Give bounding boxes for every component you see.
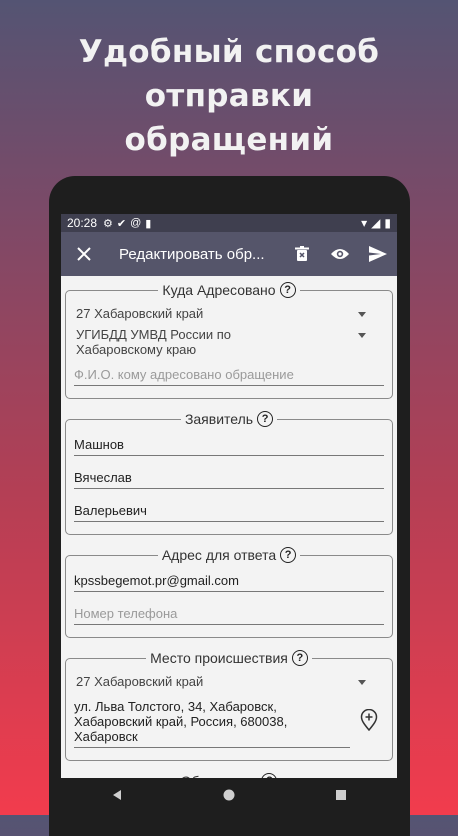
phone-field[interactable]: Номер телефона <box>74 596 384 625</box>
first-name-field[interactable]: Вячеслав <box>74 460 384 489</box>
status-bar: 20:28 ⚙ ✔ @ ▮ ▾ ◢ ▮ <box>61 214 397 232</box>
applicant-card-title: Заявитель <box>184 411 254 427</box>
middle-name-field[interactable]: Валерьевич <box>74 493 384 522</box>
recipient-region-value: 27 Хабаровский край <box>76 306 204 321</box>
recipient-region-select[interactable]: 27 Хабаровский край <box>74 304 384 325</box>
incident-region-value: 27 Хабаровский край <box>76 674 204 689</box>
recipient-card-title: Куда Адресовано <box>162 282 276 298</box>
promo-headline: Удобный способ отправки обращений <box>0 30 458 162</box>
reply-address-card-title: Адрес для ответа <box>161 547 277 563</box>
dropdown-arrow-icon <box>358 680 366 685</box>
incident-place-help-icon[interactable]: ? <box>291 650 308 666</box>
email-field[interactable]: kpssbegemot.pr@gmail.com <box>74 569 384 592</box>
toolbar-title: Редактировать обр... <box>119 245 265 263</box>
incident-place-card-title: Место происшествия <box>150 650 288 666</box>
recipient-name-field[interactable]: Ф.И.О. кому адресовано обращение <box>74 361 384 386</box>
applicant-help-icon[interactable]: ? <box>257 411 274 427</box>
app-toolbar: Редактировать обр... <box>61 232 397 276</box>
recipient-department-value: УГИБДД УМВД России по Хабаровскому краю <box>76 327 232 357</box>
preview-eye-icon[interactable] <box>327 241 353 267</box>
settings-icon: ⚙ <box>103 217 113 230</box>
battery-icon: ▮ <box>384 216 391 230</box>
checklist-icon: ✔ <box>116 217 127 230</box>
status-time: 20:28 <box>67 216 98 230</box>
promo-headline-line2: обращений <box>124 122 334 158</box>
recipient-card: Куда Адресовано ? 27 Хабаровский край УГ… <box>65 282 393 399</box>
applicant-card: Заявитель ? Машнов Вячеслав Валерьевич <box>65 411 393 535</box>
phone-screen: 20:28 ⚙ ✔ @ ▮ ▾ ◢ ▮ Редактировать обр... <box>61 214 397 815</box>
recipient-department-select[interactable]: УГИБДД УМВД России по Хабаровскому краю <box>74 325 384 361</box>
add-location-pin-icon[interactable] <box>360 708 378 736</box>
nav-recents-icon[interactable] <box>335 788 347 806</box>
dropdown-arrow-icon <box>358 333 366 338</box>
nav-back-icon[interactable] <box>111 788 123 806</box>
at-sign-icon: @ <box>130 216 142 229</box>
form-content: Куда Адресовано ? 27 Хабаровский край УГ… <box>61 276 397 815</box>
reply-address-card: Адрес для ответа ? kpssbegemot.pr@gmail.… <box>65 547 393 638</box>
sd-card-icon: ▮ <box>145 217 152 230</box>
wifi-icon: ▾ <box>361 216 368 230</box>
reply-address-help-icon[interactable]: ? <box>280 547 297 563</box>
signal-icon: ◢ <box>371 216 381 230</box>
system-nav-bar <box>61 778 397 815</box>
close-icon[interactable] <box>71 241 97 267</box>
send-icon[interactable] <box>365 241 391 267</box>
nav-home-icon[interactable] <box>223 788 235 806</box>
recipient-help-icon[interactable]: ? <box>279 282 296 298</box>
dropdown-arrow-icon <box>358 312 366 317</box>
incident-place-card: Место происшествия ? 27 Хабаровский край… <box>65 650 393 761</box>
incident-region-select[interactable]: 27 Хабаровский край <box>74 672 384 693</box>
promo-headline-line1: Удобный способ отправки <box>78 34 380 114</box>
delete-icon[interactable] <box>289 241 315 267</box>
incident-address-field[interactable]: ул. Льва Толстого, 34, Хабаровск, Хабаро… <box>74 693 350 748</box>
last-name-field[interactable]: Машнов <box>74 433 384 456</box>
